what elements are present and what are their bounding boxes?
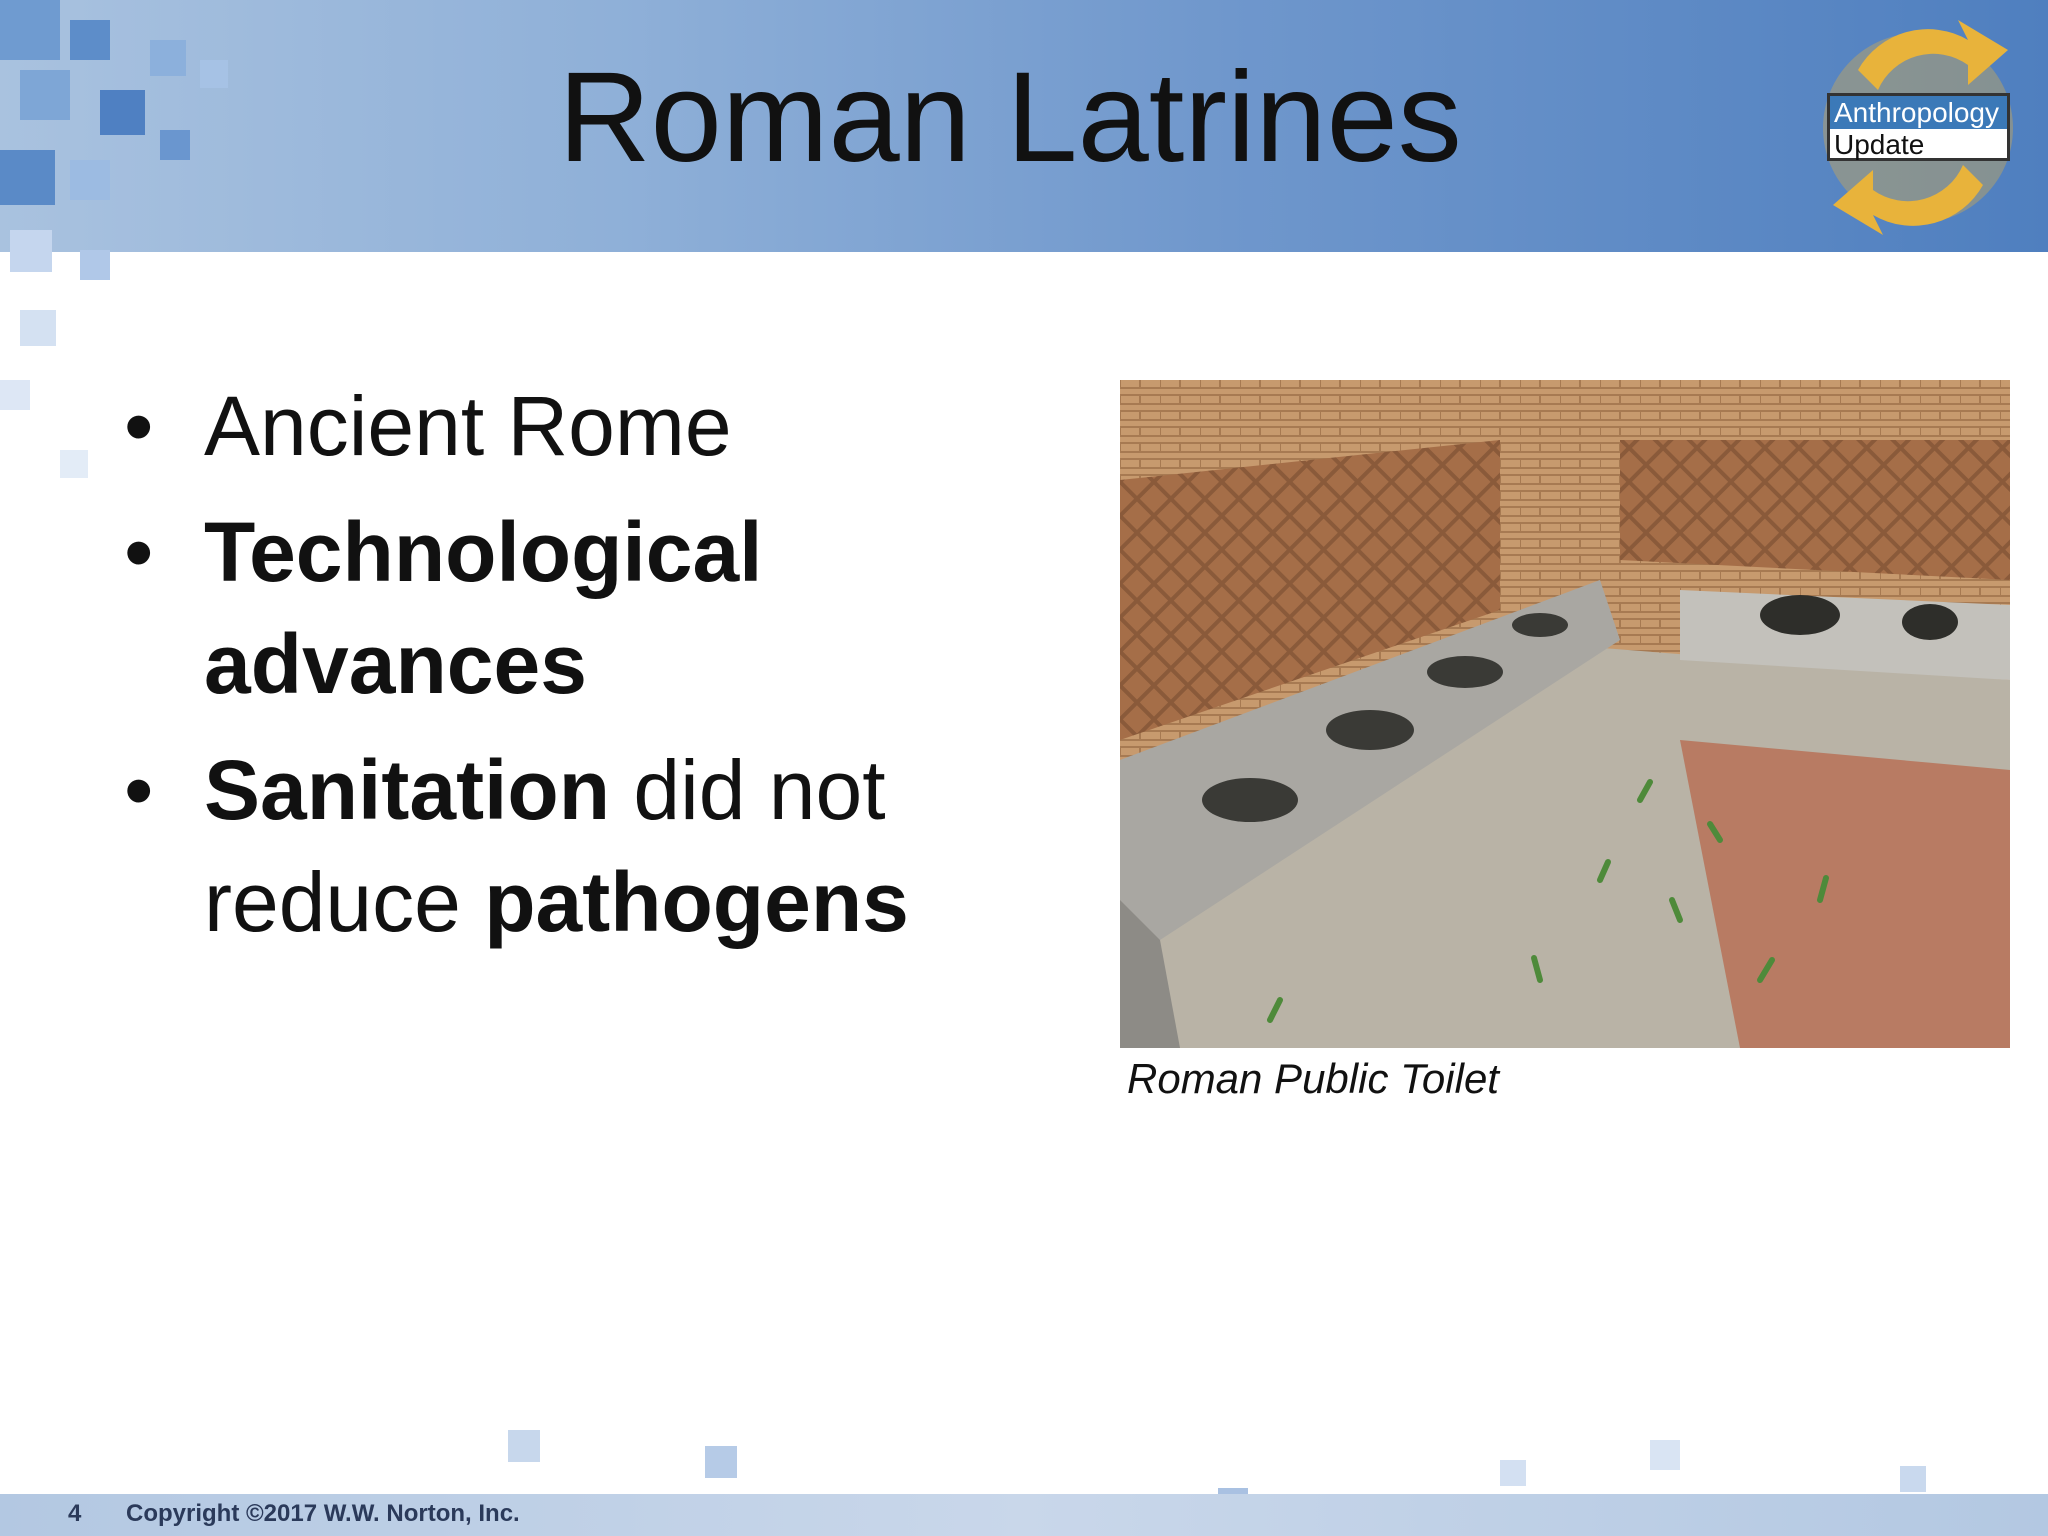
- logo-label-box: Anthropology Update: [1827, 93, 2010, 161]
- slide-title: Roman Latrines: [558, 46, 1462, 189]
- bullet-text: Ancient Rome: [204, 370, 1080, 482]
- bullet-dot: •: [124, 379, 154, 473]
- roman-toilet-photo: [1120, 380, 2010, 1048]
- logo-line-2: Update: [1834, 129, 1925, 160]
- bullet-dot: •: [124, 505, 154, 599]
- bullet-item: • Sanitation did not reduce pathogens: [120, 734, 1080, 958]
- bullet-text: Sanitation did not reduce pathogens: [204, 734, 1080, 958]
- bullet-list: • Ancient Rome • Technological advances …: [120, 370, 1080, 972]
- bullet-item: • Ancient Rome: [120, 370, 1080, 482]
- bullet-text: Technological advances: [204, 496, 1080, 720]
- bullet-segment-bold: Technological advances: [204, 505, 763, 711]
- bullet-segment-bold: Sanitation: [204, 743, 611, 837]
- bullet-segment: Ancient Rome: [204, 379, 732, 473]
- bullet-dot: •: [124, 743, 154, 837]
- copyright-text: Copyright ©2017 W.W. Norton, Inc.: [126, 1500, 520, 1527]
- logo-line-1: Anthropology: [1830, 96, 2007, 129]
- image-caption: Roman Public Toilet: [1127, 1055, 1499, 1102]
- bullet-segment-bold: pathogens: [484, 855, 909, 949]
- bullet-item: • Technological advances: [120, 496, 1080, 720]
- page-number: 4: [68, 1500, 82, 1527]
